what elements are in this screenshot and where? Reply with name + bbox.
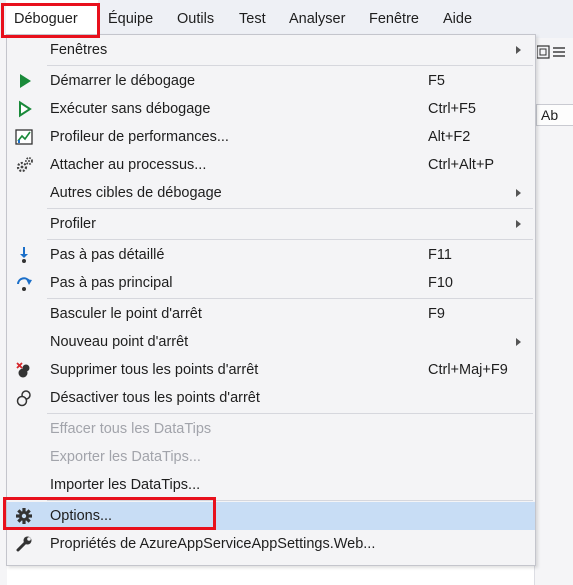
menu-item-windows[interactable]: Fenêtres [7,36,535,64]
menu-item-delete-all-breakpoints[interactable]: Supprimer tous les points d'arrêt Ctrl+M… [7,356,535,384]
menu-item-other-debug-targets[interactable]: Autres cibles de débogage [7,179,535,207]
menu-window[interactable]: Fenêtre [369,0,419,38]
menu-item-label: Fenêtres [50,42,108,58]
menu-item-shortcut: F10 [428,275,453,291]
menu-item-label: Exécuter sans débogage [50,101,211,117]
menu-item-label: Nouveau point d'arrêt [50,334,189,350]
menu-item-step-over[interactable]: Pas à pas principal F10 [7,269,535,297]
submenu-arrow-icon [516,338,521,346]
menu-item-shortcut: Ctrl+F5 [428,101,476,117]
menu-separator [47,413,533,414]
disable-breakpoints-icon [16,390,31,407]
performance-chart-icon [15,129,33,145]
attach-gears-icon [16,157,33,173]
menu-item-shortcut: F9 [428,306,445,322]
menu-item-label: Basculer le point d'arrêt [50,306,202,322]
menu-item-label: Importer les DataTips... [50,477,201,493]
menu-item-shortcut: Ctrl+Alt+P [428,157,495,173]
wrench-icon [16,536,32,552]
annotation-highlight-options [3,497,216,530]
menu-item-project-properties[interactable]: Propriétés de AzureAppServiceAppSettings… [7,530,535,558]
menu-separator [47,298,533,299]
menu-separator [47,65,533,66]
menu-item-label: Profileur de performances... [50,129,229,145]
submenu-arrow-icon [516,220,521,228]
menu-item-attach-to-process[interactable]: Attacher au processus... Ctrl+Alt+P [7,151,535,179]
menu-item-step-into[interactable]: Pas à pas détaillé F11 [7,241,535,269]
play-icon [20,74,31,88]
delete-breakpoints-icon [16,362,30,378]
menu-separator [47,208,533,209]
background-tab[interactable]: Ab [536,104,573,126]
menu-item-toggle-breakpoint[interactable]: Basculer le point d'arrêt F9 [7,300,535,328]
submenu-arrow-icon [516,46,521,54]
menu-item-label: Pas à pas principal [50,275,173,291]
menu-separator [47,239,533,240]
submenu-arrow-icon [516,189,521,197]
annotation-highlight-debug-menu [1,3,100,38]
menu-item-run-without-debugging[interactable]: Exécuter sans débogage Ctrl+F5 [7,95,535,123]
menu-item-clear-datatips: Effacer tous les DataTips [7,415,535,443]
menu-item-label: Effacer tous les DataTips [50,421,212,437]
menu-item-shortcut: Alt+F2 [428,129,471,145]
menu-item-label: Démarrer le débogage [50,73,196,89]
menu-item-new-breakpoint[interactable]: Nouveau point d'arrêt [7,328,535,356]
menu-item-label: Propriétés de AzureAppServiceAppSettings… [50,536,376,552]
menu-item-export-datatips: Exporter les DataTips... [7,443,535,471]
menu-item-label: Autres cibles de débogage [50,185,222,201]
toolbar-icons[interactable] [537,44,567,60]
menu-tools[interactable]: Outils [177,0,214,38]
menu-analyze[interactable]: Analyser [289,0,345,38]
menu-item-import-datatips[interactable]: Importer les DataTips... [7,471,535,499]
menu-item-label: Pas à pas détaillé [50,247,165,263]
menu-help[interactable]: Aide [443,0,472,38]
menu-item-shortcut: Ctrl+Maj+F9 [428,362,508,378]
menu-item-start-debugging[interactable]: Démarrer le débogage F5 [7,67,535,95]
menu-item-label: Attacher au processus... [50,157,207,173]
step-over-icon [17,277,32,291]
menu-item-shortcut: F5 [428,73,445,89]
debug-dropdown-menu: Fenêtres Démarrer le débogage F5 Exécute… [6,34,536,566]
menu-item-performance-profiler[interactable]: Profileur de performances... Alt+F2 [7,123,535,151]
menu-item-disable-all-breakpoints[interactable]: Désactiver tous les points d'arrêt [7,384,535,412]
menu-test[interactable]: Test [239,0,266,38]
menu-item-label: Désactiver tous les points d'arrêt [50,390,260,406]
menu-item-shortcut: F11 [428,247,452,263]
menu-item-label: Supprimer tous les points d'arrêt [50,362,259,378]
step-into-icon [20,247,28,263]
menu-item-profiler[interactable]: Profiler [7,210,535,238]
menu-item-label: Profiler [50,216,96,232]
play-outline-icon [19,100,32,118]
menu-team[interactable]: Équipe [108,0,153,38]
menu-item-label: Exporter les DataTips... [50,449,201,465]
